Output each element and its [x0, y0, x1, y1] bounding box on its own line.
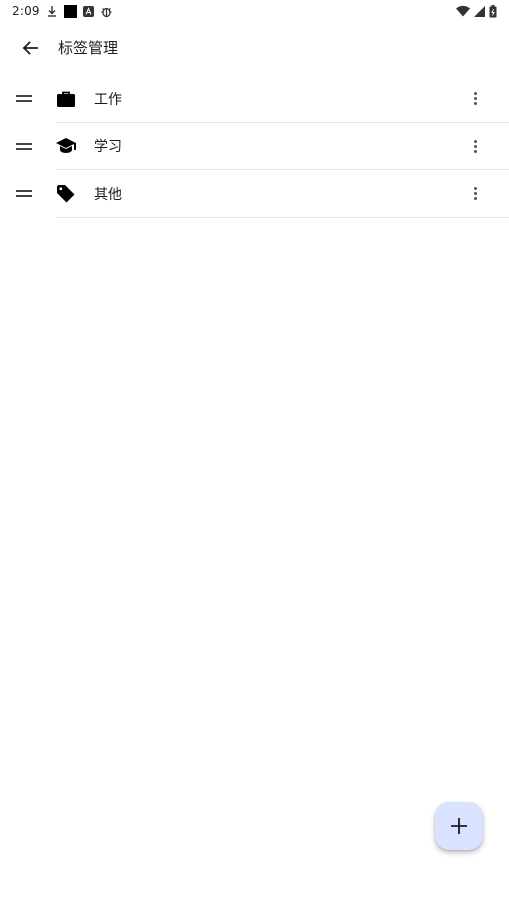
- tag-list: 工作 学习 其他: [0, 75, 509, 218]
- drag-handle-icon[interactable]: [14, 136, 34, 156]
- arrow-back-icon: [22, 40, 38, 56]
- briefcase-icon: [56, 89, 76, 109]
- status-time: 2:09: [12, 4, 40, 18]
- more-options-button[interactable]: [465, 184, 485, 204]
- page-title: 标签管理: [58, 39, 119, 57]
- list-item[interactable]: 学习: [0, 123, 509, 170]
- drag-handle-icon[interactable]: [14, 184, 34, 204]
- add-tag-button[interactable]: [435, 802, 483, 850]
- status-right: [456, 4, 497, 18]
- tag-label: 工作: [94, 91, 122, 108]
- tag-label: 学习: [94, 139, 122, 156]
- list-item[interactable]: 其他: [0, 170, 509, 218]
- tag-label: 其他: [94, 186, 122, 203]
- tag-icon: [56, 184, 76, 204]
- back-button[interactable]: [16, 34, 44, 62]
- wifi-icon: [456, 5, 470, 17]
- a-badge-icon: [82, 5, 94, 17]
- more-options-button[interactable]: [465, 89, 485, 109]
- app-bar: 标签管理: [0, 24, 509, 72]
- list-item[interactable]: 工作: [0, 75, 509, 123]
- drag-handle-icon[interactable]: [14, 89, 34, 109]
- more-options-button[interactable]: [465, 136, 485, 156]
- school-icon: [56, 136, 76, 156]
- square-icon: [63, 4, 77, 18]
- bug-icon: [100, 5, 113, 18]
- battery-icon: [489, 4, 497, 18]
- status-left: 2:09: [12, 4, 113, 18]
- signal-icon: [474, 5, 485, 17]
- status-bar: 2:09: [0, 0, 509, 22]
- download-icon: [46, 5, 58, 17]
- divider: [56, 216, 509, 218]
- tag-management-screen: 2:09 标签管理 工作 学习 其他: [0, 0, 509, 904]
- add-icon: [450, 817, 468, 835]
